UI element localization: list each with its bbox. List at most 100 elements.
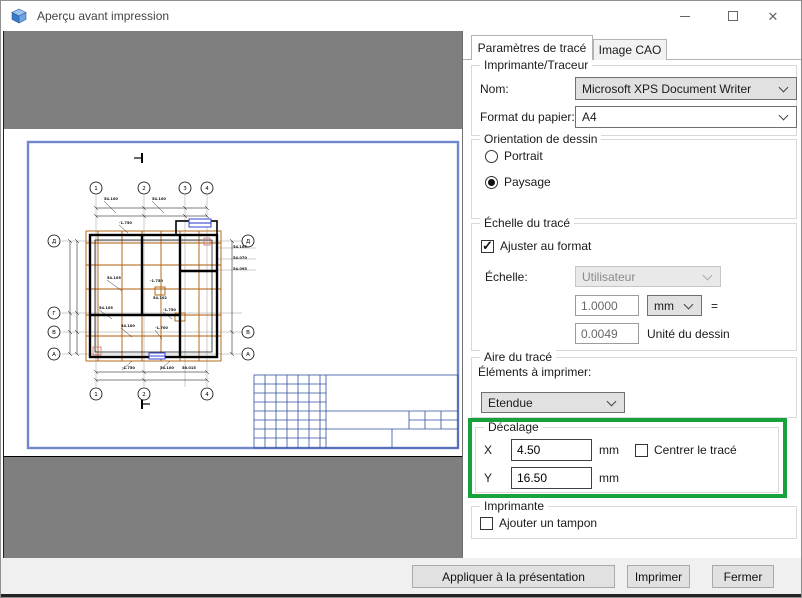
chevron-down-icon xyxy=(703,270,713,280)
print-preview-area: 1234124ДГВАДВА 54.10054.100-1.75054.105-… xyxy=(3,31,463,558)
printer-name-select[interactable]: Microsoft XPS Document Writer xyxy=(575,77,797,100)
tab-plot-settings[interactable]: Paramètres de tracé xyxy=(471,35,593,60)
svg-text:-1.700: -1.700 xyxy=(155,326,168,330)
svg-text:А: А xyxy=(246,352,250,358)
scale-value: Utilisateur xyxy=(582,270,700,284)
group-title: Orientation de dessin xyxy=(480,132,601,146)
svg-text:54.105: 54.105 xyxy=(107,276,121,280)
window-title: Aperçu avant impression xyxy=(37,1,169,31)
svg-text:4: 4 xyxy=(205,186,209,192)
chevron-down-icon xyxy=(684,299,694,309)
drawing-unit-input xyxy=(575,323,639,344)
maximize-button[interactable] xyxy=(713,1,753,31)
chevron-down-icon xyxy=(779,82,789,92)
svg-text:В: В xyxy=(52,330,56,336)
offset-x-input[interactable] xyxy=(511,439,592,461)
apply-to-layout-button[interactable]: Appliquer à la présentation xyxy=(412,565,615,588)
group-title: Échelle du tracé xyxy=(480,216,574,230)
scale-select: Utilisateur xyxy=(575,266,721,287)
paper-size-label: Format du papier: xyxy=(480,106,575,128)
close-icon: ✕ xyxy=(768,10,779,23)
offset-y-input[interactable] xyxy=(511,467,592,489)
paper-size-value: A4 xyxy=(582,110,776,124)
tab-label: Image CAO xyxy=(599,43,662,57)
svg-text:-1.750: -1.750 xyxy=(122,366,135,370)
radio-landscape[interactable]: Paysage xyxy=(485,175,551,189)
printer-name-value: Microsoft XPS Document Writer xyxy=(582,82,776,96)
svg-text:54.095: 54.095 xyxy=(233,267,247,271)
stamp-checkbox[interactable] xyxy=(480,517,493,530)
svg-text:54.100: 54.100 xyxy=(121,324,135,328)
group-title: Aire du tracé xyxy=(480,350,556,364)
offset-y-label: Y xyxy=(484,467,492,489)
plan-preview-drawing: 1234124ДГВАДВА 54.10054.100-1.75054.105-… xyxy=(4,129,463,457)
svg-text:54.105: 54.105 xyxy=(99,306,113,310)
svg-text:1: 1 xyxy=(94,186,98,192)
close-dialog-button[interactable]: Fermer xyxy=(712,565,774,588)
svg-text:54.102: 54.102 xyxy=(153,296,167,300)
radio-landscape-circle[interactable] xyxy=(485,176,498,189)
radio-portrait[interactable]: Portrait xyxy=(485,149,543,163)
svg-text:2: 2 xyxy=(142,186,146,192)
svg-text:-1.750: -1.750 xyxy=(119,221,132,225)
svg-text:2: 2 xyxy=(142,392,146,398)
minimize-button[interactable] xyxy=(665,1,705,31)
center-plot-checkbox[interactable] xyxy=(635,444,648,457)
print-label: Imprimer xyxy=(635,570,682,584)
footer-bar: Appliquer à la présentation Imprimer Fer… xyxy=(1,558,801,594)
radio-landscape-label: Paysage xyxy=(504,175,551,189)
group-title: Décalage xyxy=(484,420,543,434)
scale-unit-select[interactable]: mm xyxy=(647,295,702,316)
plot-items-select[interactable]: Etendue xyxy=(481,392,625,413)
settings-panel: Paramètres de tracé Image CAO Imprimante… xyxy=(463,31,802,558)
app-cube-icon xyxy=(11,8,27,24)
tab-label: Paramètres de tracé xyxy=(478,41,587,55)
offset-y-unit: mm xyxy=(599,467,619,489)
svg-text:В: В xyxy=(246,330,250,336)
stamp-checkbox-row[interactable]: Ajouter un tampon xyxy=(480,516,597,530)
chevron-down-icon xyxy=(779,111,789,121)
fit-to-paper-checkbox-row[interactable]: Ajuster au format xyxy=(481,239,591,253)
center-plot-checkbox-row[interactable]: Centrer le tracé xyxy=(635,443,737,457)
close-button[interactable]: ✕ xyxy=(753,1,793,31)
group-title: Imprimante xyxy=(480,499,548,513)
stamp-label: Ajouter un tampon xyxy=(499,516,597,530)
svg-text:54.105: 54.105 xyxy=(233,245,247,249)
plot-items-label: Éléments à imprimer: xyxy=(478,365,591,379)
radio-portrait-label: Portrait xyxy=(504,149,543,163)
svg-text:58.015: 58.015 xyxy=(182,366,196,370)
svg-text:4: 4 xyxy=(205,392,209,398)
svg-text:-1.750: -1.750 xyxy=(163,308,176,312)
scale-factor-input xyxy=(575,295,639,316)
fit-to-paper-label: Ajuster au format xyxy=(500,239,591,253)
svg-text:54.100: 54.100 xyxy=(160,366,174,370)
plot-items-value: Etendue xyxy=(488,396,604,410)
print-button[interactable]: Imprimer xyxy=(627,565,690,588)
group-title: Imprimante/Traceur xyxy=(480,58,592,72)
equals-sign: = xyxy=(711,295,718,316)
paper-sheet: 1234124ДГВАДВА 54.10054.100-1.75054.105-… xyxy=(4,129,463,457)
svg-text:Д: Д xyxy=(52,239,57,245)
fit-to-paper-checkbox[interactable] xyxy=(481,240,494,253)
tab-cad-image[interactable]: Image CAO xyxy=(593,39,667,60)
print-preview-dialog: Aperçu avant impression ✕ xyxy=(0,0,802,598)
close-label: Fermer xyxy=(724,570,763,584)
svg-text:А: А xyxy=(52,352,56,358)
title-block xyxy=(254,375,458,448)
title-bar: Aperçu avant impression ✕ xyxy=(1,1,801,31)
svg-text:54.100: 54.100 xyxy=(104,197,118,201)
radio-portrait-circle[interactable] xyxy=(485,150,498,163)
svg-text:54.070: 54.070 xyxy=(233,256,247,260)
bottom-dark-strip xyxy=(1,594,801,598)
center-plot-label: Centrer le tracé xyxy=(654,443,737,457)
minimize-icon xyxy=(680,16,690,17)
apply-label: Appliquer à la présentation xyxy=(442,570,585,584)
svg-text:1: 1 xyxy=(94,392,98,398)
scale-label: Échelle: xyxy=(485,266,528,287)
paper-size-select[interactable]: A4 xyxy=(575,106,797,128)
drawing-unit-label: Unité du dessin xyxy=(647,323,730,344)
scale-unit-value: mm xyxy=(654,299,681,313)
svg-text:-1.750: -1.750 xyxy=(150,279,163,283)
printer-name-label: Nom: xyxy=(480,77,509,100)
chevron-down-icon xyxy=(607,396,617,406)
